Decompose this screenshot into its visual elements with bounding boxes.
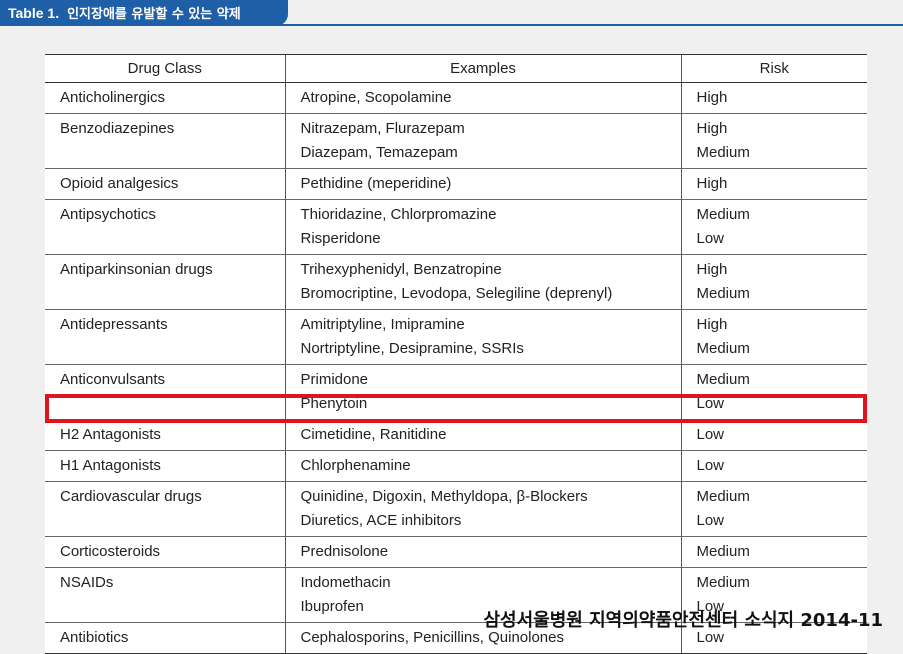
drug-class-cell: Antiparkinsonian drugs bbox=[45, 254, 285, 310]
examples-cell: Atropine, Scopolamine bbox=[284, 82, 681, 114]
risk-line: Medium bbox=[696, 488, 750, 505]
drug-class-cell: Corticosteroids bbox=[45, 536, 285, 568]
examples-cell: Trihexyphenidyl, Benzatropine Bromocripti… bbox=[284, 254, 681, 310]
risk-line: Medium bbox=[696, 144, 750, 161]
risk-cell: High Medium bbox=[680, 309, 867, 365]
examples-cell: Thioridazine, Chlorpromazine Risperidone bbox=[284, 199, 681, 255]
risk-cell: High bbox=[680, 82, 867, 114]
example-line: Risperidone bbox=[300, 230, 381, 247]
risk-cell: Medium Low bbox=[680, 481, 867, 537]
table-number: Table 1. bbox=[8, 5, 60, 21]
table-row: Antiparkinsonian drugs Trihexyphenidyl, B… bbox=[45, 254, 867, 310]
table-row: Benzodiazepines Nitrazepam, Flurazepam Dia… bbox=[45, 113, 867, 169]
example-line: Nortriptyline, Desipramine, SSRIs bbox=[300, 340, 524, 357]
table-body: Anticholinergics Atropine, Scopolamine Hig… bbox=[45, 82, 867, 654]
table-caption: Table 1. 인지장애를 유발할 수 있는 약제 bbox=[0, 0, 288, 26]
drug-class-cell: Opioid analgesics bbox=[45, 168, 285, 200]
risk-line: Low bbox=[696, 457, 725, 474]
risk-cell: High Medium bbox=[680, 254, 867, 310]
risk-line: Low bbox=[696, 512, 725, 529]
examples-cell: Quinidine, Digoxin, Methyldopa, β-Blocke… bbox=[284, 481, 681, 537]
table-caption-title: 인지장애를 유발할 수 있는 약제 bbox=[67, 7, 241, 22]
risk-line: Low bbox=[696, 395, 725, 412]
example-line: Diazepam, Temazepam bbox=[300, 144, 458, 161]
drug-risk-table: Drug Class Examples Risk Anticholinergic… bbox=[45, 54, 867, 654]
examples-cell: Amitriptyline, Imipramine Nortriptyline, … bbox=[284, 309, 681, 365]
example-line: Chlorphenamine bbox=[300, 457, 411, 474]
risk-line: Low bbox=[696, 426, 725, 443]
drug-class-cell: Antidepressants bbox=[45, 309, 285, 365]
risk-line: High bbox=[696, 89, 728, 106]
risk-line: Low bbox=[696, 230, 725, 247]
drug-class-cell: Benzodiazepines bbox=[45, 113, 285, 169]
table-row: Anticholinergics Atropine, Scopolamine Hig… bbox=[45, 82, 867, 114]
drug-class-cell: Cardiovascular drugs bbox=[45, 481, 285, 537]
risk-cell: High Medium bbox=[680, 113, 867, 169]
table-row: H1 Antagonists Chlorphenamine Low bbox=[45, 450, 867, 482]
risk-line: Medium bbox=[696, 340, 750, 357]
risk-line: Medium bbox=[696, 285, 750, 302]
example-line: Nitrazepam, Flurazepam bbox=[300, 120, 465, 137]
risk-cell: Medium Low bbox=[680, 364, 867, 420]
example-line: Primidone bbox=[300, 371, 369, 388]
example-line: Thioridazine, Chlorpromazine bbox=[300, 206, 497, 223]
table-row: Corticosteroids Prednisolone Medium bbox=[45, 536, 867, 568]
risk-cell: Medium Low bbox=[680, 199, 867, 255]
drug-class-cell: H2 Antagonists bbox=[45, 419, 285, 451]
table-row: Antipsychotics Thioridazine, Chlorpromazi… bbox=[45, 199, 867, 255]
example-line: Indomethacin bbox=[300, 574, 391, 591]
examples-cell: Prednisolone bbox=[284, 536, 681, 568]
example-line: Atropine, Scopolamine bbox=[300, 89, 452, 106]
risk-cell: High bbox=[680, 168, 867, 200]
header-examples: Examples bbox=[284, 54, 681, 83]
example-line: Trihexyphenidyl, Benzatropine bbox=[300, 261, 502, 278]
table-row: Antidepressants Amitriptyline, Imipramine… bbox=[45, 309, 867, 365]
header-risk: Risk bbox=[680, 54, 867, 83]
example-line: Amitriptyline, Imipramine bbox=[300, 316, 465, 333]
drug-class-cell: Anticonvulsants bbox=[45, 364, 285, 420]
risk-cell: Medium bbox=[680, 536, 867, 568]
example-line: Phenytoin bbox=[300, 395, 368, 412]
risk-line: High bbox=[696, 120, 728, 137]
caption-divider bbox=[0, 24, 903, 26]
table-row: H2 Antagonists Cimetidine, Ranitidine Low bbox=[45, 419, 867, 451]
table-row: Cardiovascular drugs Quinidine, Digoxin, … bbox=[45, 481, 867, 537]
risk-cell: Low bbox=[680, 450, 867, 482]
example-line: Cimetidine, Ranitidine bbox=[300, 426, 447, 443]
risk-cell: Low bbox=[680, 419, 867, 451]
risk-line: Medium bbox=[696, 543, 750, 560]
drug-class-cell: NSAIDs bbox=[45, 567, 285, 623]
risk-line: Medium bbox=[696, 371, 750, 388]
example-line: Pethidine (meperidine) bbox=[300, 175, 452, 192]
risk-line: Medium bbox=[696, 206, 750, 223]
table-row: Opioid analgesics Pethidine (meperidine) H… bbox=[45, 168, 867, 200]
example-line: Bromocriptine, Levodopa, Selegiline (dep… bbox=[300, 285, 613, 302]
examples-cell: Nitrazepam, Flurazepam Diazepam, Temazepa… bbox=[284, 113, 681, 169]
drug-class-cell: Anticholinergics bbox=[45, 82, 285, 114]
example-line: Prednisolone bbox=[300, 543, 389, 560]
header-drug-class: Drug Class bbox=[45, 54, 285, 83]
risk-line: High bbox=[696, 175, 728, 192]
drug-class-cell: Antibiotics bbox=[45, 622, 285, 654]
table-row: Anticonvulsants Primidone Phenytoin Medium L… bbox=[45, 364, 867, 420]
drug-class-cell: H1 Antagonists bbox=[45, 450, 285, 482]
example-line: Diuretics, ACE inhibitors bbox=[300, 512, 462, 529]
example-line: Quinidine, Digoxin, Methyldopa, β-Blocke… bbox=[300, 488, 588, 505]
examples-cell: Chlorphenamine bbox=[284, 450, 681, 482]
examples-cell: Cimetidine, Ranitidine bbox=[284, 419, 681, 451]
examples-cell: Pethidine (meperidine) bbox=[284, 168, 681, 200]
risk-line: Medium bbox=[696, 574, 750, 591]
source-footer: 삼성서울병원 지역의약품안전센터 소식지 2014-11 bbox=[483, 610, 884, 631]
risk-line: High bbox=[696, 316, 728, 333]
risk-line: High bbox=[696, 261, 728, 278]
examples-cell: Primidone Phenytoin bbox=[284, 364, 681, 420]
drug-class-cell: Antipsychotics bbox=[45, 199, 285, 255]
table-header-row: Drug Class Examples Risk bbox=[45, 54, 867, 83]
